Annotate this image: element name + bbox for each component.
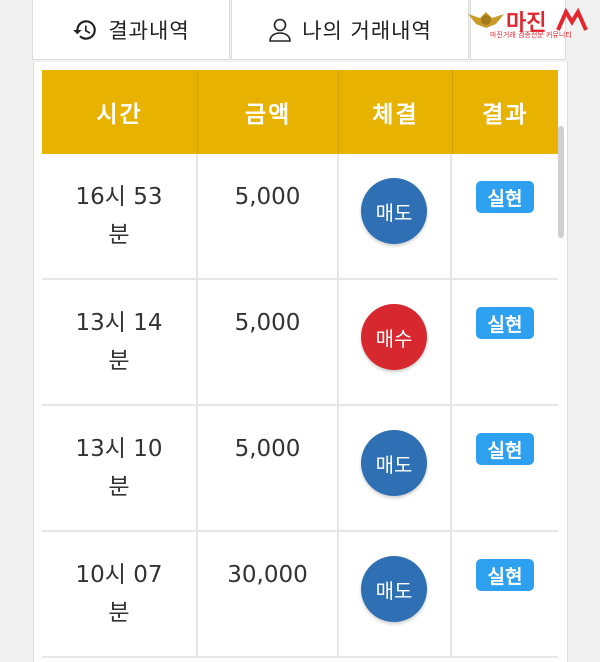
history-icon <box>73 19 97 40</box>
logo-mark-icon <box>556 8 588 31</box>
header-result: 결과 <box>482 102 529 128</box>
tab-label: 나의 거래내역 <box>302 18 432 43</box>
sell-button[interactable]: 매도 <box>361 178 427 244</box>
time-cell: 13시 14 분 <box>75 310 163 374</box>
buy-button[interactable]: 매수 <box>361 304 427 370</box>
amount-cell: 5,000 <box>234 310 301 336</box>
sell-button[interactable]: 매도 <box>361 430 427 496</box>
logo-subtitle: 마진거래 검증전문 커뮤니티 <box>490 31 572 39</box>
trade-history-table: 시간 금액 체결 결과 16시 53 분 5,000 매도 실현 13시 14 … <box>42 70 558 658</box>
time-cell: 16시 53 분 <box>75 184 163 248</box>
tab-result-history[interactable]: 결과내역 <box>32 0 230 60</box>
tab-label: 결과내역 <box>108 18 190 43</box>
table-row: 13시 10 분 5,000 매도 실현 <box>42 406 558 532</box>
table-row: 16시 53 분 5,000 매도 실현 <box>42 154 558 280</box>
site-logo: 마진 마진거래 검증전문 커뮤니티 <box>464 2 596 42</box>
user-icon <box>269 18 291 42</box>
time-cell: 13시 10 분 <box>75 436 163 500</box>
table-row: 13시 14 분 5,000 매수 실현 <box>42 280 558 406</box>
time-cell: 10시 07 분 <box>75 562 163 626</box>
trade-history-panel: 시간 금액 체결 결과 16시 53 분 5,000 매도 실현 13시 14 … <box>33 62 568 662</box>
amount-cell: 5,000 <box>234 436 301 462</box>
result-badge[interactable]: 실현 <box>476 433 534 465</box>
amount-cell: 5,000 <box>234 184 301 210</box>
result-badge[interactable]: 실현 <box>476 559 534 591</box>
tab-my-trades[interactable]: 나의 거래내역 <box>231 0 469 60</box>
header-execution: 체결 <box>339 70 453 154</box>
header-amount: 금액 <box>198 70 340 154</box>
sell-button[interactable]: 매도 <box>361 556 427 622</box>
table-row: 10시 07 분 30,000 매도 실현 <box>42 532 558 658</box>
result-badge[interactable]: 실현 <box>476 181 534 213</box>
header-time: 시간 <box>42 70 199 154</box>
result-badge[interactable]: 실현 <box>476 307 534 339</box>
table-header: 시간 금액 체결 결과 <box>42 70 558 154</box>
scrollbar[interactable] <box>558 126 564 238</box>
amount-cell: 30,000 <box>227 562 308 588</box>
